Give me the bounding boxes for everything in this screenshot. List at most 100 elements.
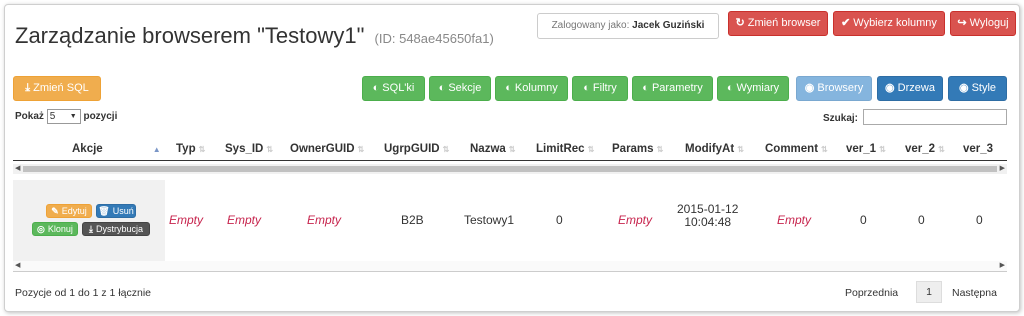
dimensions-button[interactable]: ◐ Wymiary (717, 76, 789, 101)
styles-button[interactable]: ◉ Style (948, 76, 1007, 101)
pagination-info: Pozycje od 1 do 1 z 1 łącznie (15, 287, 151, 299)
scrollbar-thumb[interactable] (23, 166, 997, 172)
trees-button[interactable]: ◉ Drzewa (877, 76, 943, 101)
sort-icon: ⇅ (198, 145, 206, 154)
edit-button[interactable]: ✎ Edytuj (46, 204, 92, 218)
col-header-ownerguid[interactable]: OwnerGUID ⇅ (290, 143, 364, 155)
page-1-button[interactable]: 1 (916, 281, 942, 303)
logged-user-box: Zalogowany jako: Jacek Guziński (537, 13, 719, 39)
browsers-button[interactable]: ◉ Browsery (796, 76, 872, 101)
download-icon: ⤓ (25, 82, 31, 94)
logout-button[interactable]: ↪ Wyloguj (950, 11, 1016, 36)
logged-label: Zalogowany jako: (551, 20, 630, 31)
cell-ver-2: 0 (918, 213, 925, 227)
choose-columns-button[interactable]: ✔ Wybierz kolumny (833, 11, 945, 36)
half-circle-icon: ◐ (642, 82, 649, 94)
search-label: Szukaj: (823, 113, 859, 124)
browser-panel: Zarządzanie browserem "Testowy1" (ID: 54… (4, 4, 1020, 312)
horizontal-scrollbar-top[interactable]: ◀ ▶ (13, 164, 1007, 174)
eye-icon: ◉ (958, 82, 969, 94)
col-header-ver-2[interactable]: ver_2 ⇅ (905, 143, 945, 155)
sqls-button[interactable]: ◐ SQL'ki (362, 76, 425, 101)
half-circle-icon: ◐ (583, 82, 590, 94)
change-browser-button[interactable]: ↻ Zmień browser (728, 11, 828, 36)
sort-icon: ⇅ (508, 145, 516, 154)
sort-icon: ⇅ (357, 145, 365, 154)
col-header-sys-id[interactable]: Sys_ID ⇅ (225, 143, 273, 155)
sort-icon: ⇅ (879, 145, 886, 154)
half-circle-icon: ◐ (726, 82, 734, 94)
col-header-akcje[interactable]: Akcje ▲ (72, 143, 161, 155)
distribution-button[interactable]: ⤓ Dystrybucja (82, 222, 150, 236)
cell-comment: Empty (777, 213, 812, 227)
cell-ugrpguid: B2B (401, 213, 424, 227)
cell-ver-3: 0 (976, 213, 983, 227)
clone-icon: ◎ (37, 224, 45, 234)
sort-asc-icon: ▲ (152, 145, 161, 154)
page-title: Zarządzanie browserem "Testowy1" (ID: 54… (15, 23, 494, 49)
check-circle-icon: ✔ (841, 17, 851, 29)
actions-cell: ✎ Edytuj 🗑 Usuń ◎ Klonuj ⤓ Dystrybucja (13, 180, 165, 263)
header-divider (13, 160, 1007, 161)
sort-icon: ⇅ (938, 145, 945, 154)
half-circle-icon: ◐ (438, 82, 446, 94)
clone-button[interactable]: ◎ Klonuj (32, 222, 78, 236)
col-header-limitrec[interactable]: LimitRec ⇅ (536, 143, 594, 155)
col-header-modifyat[interactable]: ModifyAt ⇅ (685, 143, 744, 155)
cell-limitrec: 0 (556, 213, 563, 227)
scroll-left-icon: ◀ (15, 262, 21, 269)
sort-icon: ⇅ (737, 145, 744, 154)
chevron-down-icon: ▼ (69, 113, 77, 120)
delete-button[interactable]: 🗑 Usuń (96, 204, 136, 218)
sort-icon: ⇅ (656, 145, 664, 154)
columns-button[interactable]: ◐ Kolumny (495, 76, 568, 101)
col-header-comment[interactable]: Comment ⇅ (765, 143, 828, 155)
scroll-right-icon: ▶ (999, 165, 1005, 172)
half-circle-icon: ◐ (505, 82, 512, 94)
cell-modifyat: 2015-01-12 10:04:48 (677, 203, 738, 229)
cell-params: Empty (618, 213, 653, 227)
search-input[interactable] (863, 109, 1007, 125)
page-size-control: Pokaż 5 ▼ pozycji (15, 109, 117, 124)
show-label: Pokaż (15, 111, 44, 123)
table-bottom-divider (13, 271, 1007, 272)
page-title-text: Zarządzanie browserem "Testowy1" (15, 23, 365, 48)
next-page-link[interactable]: Następna (952, 287, 997, 299)
cell-ver-1: 0 (860, 213, 867, 227)
browser-id: (ID: 548ae45650fa1) (374, 31, 494, 46)
logged-user-name: Jacek Guziński (632, 20, 705, 31)
page-size-select[interactable]: 5 ▼ (46, 109, 81, 124)
half-circle-icon: ◐ (372, 82, 380, 94)
col-header-ver-1[interactable]: ver_1 ⇅ (846, 143, 886, 155)
sort-icon: ⇅ (266, 145, 274, 154)
sort-icon: ⇅ (821, 145, 828, 154)
refresh-icon: ↻ (735, 17, 745, 29)
prev-page-link[interactable]: Poprzednia (845, 287, 898, 299)
sort-icon: ⇅ (587, 145, 595, 154)
download-icon: ⤓ (89, 224, 93, 234)
col-header-ugrpguid[interactable]: UgrpGUID ⇅ (384, 143, 449, 155)
cell-sys-id: Empty (227, 213, 262, 227)
sections-button[interactable]: ◐ Sekcje (429, 76, 491, 101)
eye-icon: ◉ (804, 82, 815, 94)
filters-button[interactable]: ◐ Filtry (572, 76, 628, 101)
scroll-left-icon: ◀ (15, 165, 21, 172)
cell-typ: Empty (169, 213, 204, 227)
cell-modifyat-time: 10:04:48 (684, 215, 732, 229)
eye-icon: ◉ (885, 82, 895, 94)
col-header-ver-3[interactable]: ver_3 (963, 143, 993, 155)
col-header-params[interactable]: Params ⇅ (612, 143, 663, 155)
cell-ownerguid: Empty (307, 213, 342, 227)
sort-icon: ⇅ (442, 145, 450, 154)
cell-nazwa: Testowy1 (464, 213, 515, 227)
logout-icon: ↪ (957, 17, 967, 29)
pencil-icon: ✎ (51, 206, 59, 216)
positions-label: pozycji (83, 111, 118, 123)
horizontal-scrollbar-bottom[interactable]: ◀ ▶ (13, 261, 1007, 271)
change-sql-button[interactable]: ⤓ Zmień SQL (13, 76, 101, 101)
scroll-right-icon: ▶ (999, 262, 1005, 269)
col-header-typ[interactable]: Typ ⇅ (176, 143, 205, 155)
trash-icon: 🗑 (98, 206, 110, 216)
params-button[interactable]: ◐ Parametry (632, 76, 713, 101)
col-header-nazwa[interactable]: Nazwa ⇅ (470, 143, 516, 155)
